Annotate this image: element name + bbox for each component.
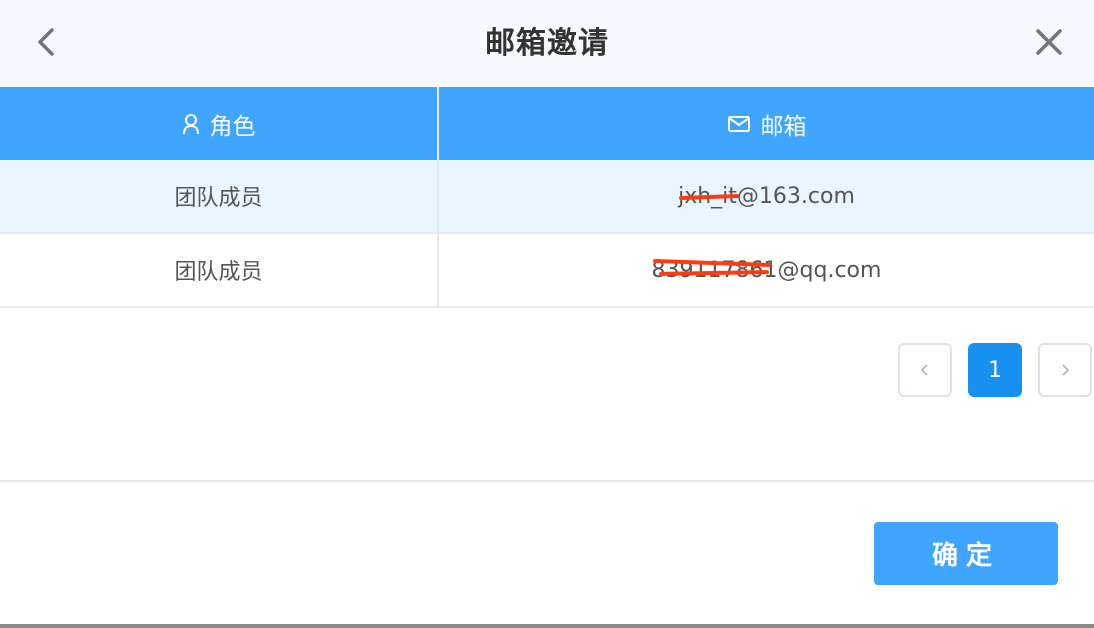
column-header-label: 邮箱 <box>760 113 807 140</box>
pagination: 1 <box>898 343 1092 397</box>
column-header-email: 邮箱 <box>439 87 1094 160</box>
close-icon <box>1036 29 1062 55</box>
user-icon <box>182 113 199 134</box>
chevron-right-icon <box>1062 364 1070 376</box>
email-cell: 839117861@qq.com <box>439 234 1094 306</box>
footer-divider <box>0 480 1094 482</box>
mail-icon <box>727 115 750 132</box>
email-cell: jxh_it@163.com <box>439 160 1094 232</box>
prev-page-button[interactable] <box>898 343 952 397</box>
role-cell: 团队成员 <box>0 160 439 232</box>
page-button-current[interactable]: 1 <box>968 343 1022 397</box>
close-button[interactable] <box>1032 24 1066 60</box>
table-header: 角色 邮箱 <box>0 87 1094 160</box>
table-row[interactable]: 团队成员 jxh_it@163.com <box>0 160 1094 234</box>
next-page-button[interactable] <box>1038 343 1092 397</box>
role-cell: 团队成员 <box>0 234 439 306</box>
dialog-header: 邮箱邀请 <box>0 0 1094 86</box>
chevron-left-icon <box>920 364 928 376</box>
column-header-role: 角色 <box>0 87 439 160</box>
dialog-title: 邮箱邀请 <box>485 26 609 61</box>
table-row[interactable]: 团队成员 839117861@qq.com <box>0 234 1094 308</box>
invite-table: 角色 邮箱 团队成员 jxh_it@163.com 团队成员 839117861… <box>0 87 1094 308</box>
email-invite-dialog: 邮箱邀请 角色 邮箱 团队成员 jxh_it@163.com 团队成员 1 确定 <box>0 0 1094 628</box>
column-header-label: 角色 <box>209 113 256 140</box>
confirm-button[interactable]: 确定 <box>874 522 1058 585</box>
